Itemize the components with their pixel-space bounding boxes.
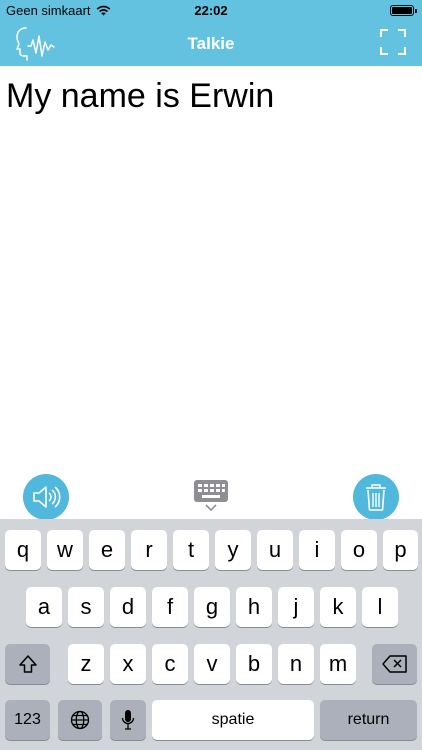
key-r[interactable]: r <box>131 530 167 570</box>
key-o[interactable]: o <box>341 530 377 570</box>
speak-button[interactable] <box>23 474 69 520</box>
speaker-icon <box>33 486 61 508</box>
key-i[interactable]: i <box>299 530 335 570</box>
key-n[interactable]: n <box>278 644 314 684</box>
trash-icon <box>366 484 386 511</box>
keyboard-dismiss-icon[interactable] <box>193 479 229 513</box>
key-b[interactable]: b <box>236 644 272 684</box>
return-key[interactable]: return <box>320 700 417 740</box>
shift-key[interactable] <box>5 644 50 684</box>
key-z[interactable]: z <box>68 644 104 684</box>
key-x[interactable]: x <box>110 644 146 684</box>
key-t[interactable]: t <box>173 530 209 570</box>
page-title: Talkie <box>187 34 235 53</box>
backspace-icon <box>381 655 407 673</box>
status-time: 22:02 <box>194 3 228 18</box>
microphone-icon <box>121 710 135 730</box>
key-s[interactable]: s <box>68 587 104 627</box>
battery-icon <box>390 5 417 16</box>
globe-icon <box>70 710 90 730</box>
key-y[interactable]: y <box>215 530 251 570</box>
key-k[interactable]: k <box>320 587 356 627</box>
accessory-bar <box>0 471 422 520</box>
key-u[interactable]: u <box>257 530 293 570</box>
key-m[interactable]: m <box>320 644 356 684</box>
app-header: Geen simkaart 22:02 Talkie <box>0 0 422 66</box>
backspace-key[interactable] <box>372 644 417 684</box>
key-p[interactable]: p <box>383 530 418 570</box>
fullscreen-icon[interactable] <box>380 29 406 55</box>
key-a[interactable]: a <box>26 587 62 627</box>
status-bar: Geen simkaart 22:02 <box>0 0 422 22</box>
key-f[interactable]: f <box>152 587 188 627</box>
space-key[interactable]: spatie <box>152 700 314 740</box>
speech-text-area[interactable]: My name is Erwin <box>0 66 422 471</box>
keyboard: q w e r t y u i o p a s d f g h j k l z … <box>0 519 422 750</box>
dictation-key[interactable] <box>110 700 146 740</box>
key-c[interactable]: c <box>152 644 188 684</box>
key-w[interactable]: w <box>47 530 83 570</box>
key-l[interactable]: l <box>362 587 398 627</box>
numbers-key[interactable]: 123 <box>5 700 50 740</box>
key-v[interactable]: v <box>194 644 230 684</box>
key-d[interactable]: d <box>110 587 146 627</box>
key-j[interactable]: j <box>278 587 314 627</box>
globe-key[interactable] <box>58 700 102 740</box>
delete-button[interactable] <box>353 474 399 520</box>
shift-icon <box>18 655 37 673</box>
key-q[interactable]: q <box>5 530 41 570</box>
key-e[interactable]: e <box>89 530 125 570</box>
key-h[interactable]: h <box>236 587 272 627</box>
key-g[interactable]: g <box>194 587 230 627</box>
